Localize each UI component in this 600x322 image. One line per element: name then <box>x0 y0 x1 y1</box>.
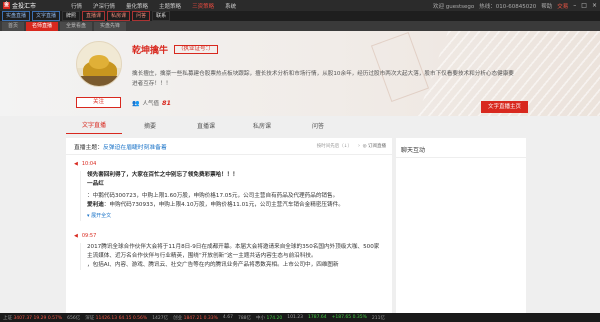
chevron-icon[interactable]: › <box>358 143 360 149</box>
status-item: 4.67 <box>222 315 233 320</box>
status-item: 211亿 <box>371 315 385 321</box>
toolbar-live-text[interactable]: 文字直播 <box>32 11 61 21</box>
live-post: ◀ 10:04 领先套回利得了，大家在百忙之中别忘了领免费彩票哈！！！ 一品红 … <box>66 155 392 221</box>
title-right: 欢迎 guestsego 热线：010-60845020 帮助 交易 – □ × <box>433 0 597 11</box>
status-item: +187.65 0.35% <box>331 315 367 320</box>
post-body: 领先套回利得了，大家在百忙之中别忘了领免费彩票哈！！！ 一品红 ：中鹅代码300… <box>80 171 384 221</box>
subscribe-button[interactable]: ◎ 订阅直播 <box>363 143 386 149</box>
app-logo[interactable]: 金 金投汇市 <box>0 1 66 10</box>
profile-banner: 关注 乾坤擒牛 （执业证号：） 擒长擅庄，擒豪一些私募建仓股票热点板块跟踪，擅长… <box>0 31 600 116</box>
menu-item-quote[interactable]: 行情 <box>71 2 82 10</box>
chat-panel: 聊天互动 <box>396 138 526 322</box>
profile-name-row: 乾坤擒牛 （执业证号：） <box>132 43 218 56</box>
logo-text: 金投汇市 <box>12 3 37 10</box>
tab-qa[interactable]: 问答 <box>290 121 346 134</box>
status-item: 上证 3407.37 19.29 0.57% <box>3 315 63 321</box>
toolbar-license[interactable]: 牌照 <box>62 11 81 21</box>
sort-select[interactable]: 按时间先后（↓） <box>317 143 352 149</box>
page-tabs: 首页 名师直播 全景看盘 实盘先锋 <box>0 21 600 31</box>
minimize-icon[interactable]: – <box>573 2 576 9</box>
toolbar-live-real[interactable]: 实盘直播 <box>2 11 31 21</box>
tab-famous-live[interactable]: 名师直播 <box>26 22 59 31</box>
profile-name: 乾坤擒牛 <box>132 46 169 56</box>
hotline-text: 热线：010-60845020 <box>479 3 537 10</box>
help-link[interactable]: 帮助 <box>541 2 552 10</box>
title-bar: 金 金投汇市 行情 沪深行情 量化策略 主题策略 三资策略 系统 欢迎 gues… <box>0 0 600 11</box>
exchange-link[interactable]: 交易 <box>557 2 568 10</box>
logo-icon: 金 <box>3 2 10 9</box>
people-icon: 👥 <box>132 99 140 107</box>
menu-item-system[interactable]: 系统 <box>225 2 236 10</box>
live-topic: 直播主题：反弹迫在眉睫时刻准备着 <box>74 144 167 151</box>
post-subtitle: 一品红 <box>87 181 104 187</box>
status-item: 中小 174.20 <box>256 315 283 321</box>
toolbar-qa[interactable]: 问答 <box>132 11 151 21</box>
toolbar-live-course[interactable]: 直播课 <box>82 11 106 21</box>
status-item: 788亿 <box>237 315 252 321</box>
post-line: ，包括AI、内容、游戏、腾讯云、社交广告等在内的腾讯业务产品将悉数亮相。上市公司… <box>87 262 339 268</box>
post-time: ◀ 10:04 <box>74 161 97 167</box>
tab-text-live[interactable]: 文字直播 <box>66 120 122 134</box>
post-title: 领先套回利得了，大家在百忙之中别忘了领免费彩票哈！！！ <box>87 172 239 178</box>
welcome-text: 欢迎 guestsego <box>433 3 475 10</box>
toolbar-contact[interactable]: 联系 <box>152 11 171 21</box>
speaker-icon: ◀ <box>74 233 78 239</box>
status-item: 1787.64 <box>307 315 327 320</box>
tab-home[interactable]: 首页 <box>2 22 25 31</box>
speaker-icon: ◀ <box>74 161 78 167</box>
status-item: 656亿 <box>67 315 81 321</box>
market-status-bar: 上证 3407.37 19.29 0.57% 656亿 深证 11426.13 … <box>0 313 600 322</box>
menu-item-quant[interactable]: 量化策略 <box>126 2 148 10</box>
status-item: 101.23 <box>287 315 303 320</box>
close-icon[interactable]: × <box>592 2 597 9</box>
avatar <box>76 41 122 87</box>
banner-decoration-frame <box>370 31 430 103</box>
live-home-button[interactable]: 文字直播主页 <box>481 101 528 113</box>
tab-panorama[interactable]: 全景看盘 <box>60 22 93 31</box>
expand-link[interactable]: ▾ 展开全文 <box>87 212 384 221</box>
toolbar: 实盘直播 文字直播 牌照 直播课 私房课 问答 联系 <box>0 11 600 21</box>
post-line: ：中鹅代码300723，中购上限1.60万股，申购价格17.05元，公司主营自有… <box>87 193 339 199</box>
tab-summary[interactable]: 摘要 <box>122 121 178 134</box>
status-item: 深证 11426.13 64.15 0.56% <box>85 315 148 321</box>
follow-button[interactable]: 关注 <box>76 97 121 108</box>
post-body: 2017腾讯全球合作伙伴大会将于11月8日-9日在成都开幕。本届大会将邀请来自全… <box>80 243 384 270</box>
maximize-icon[interactable]: □ <box>581 2 587 9</box>
chat-title: 聊天互动 <box>396 138 526 158</box>
live-post: ◀ 09:57 2017腾讯全球合作伙伴大会将于11月8日-9日在成都开幕。本届… <box>66 227 392 270</box>
post-line: 爱利迪：申购代码730933，申购上限4.10万股，申购价格11.01元，公司主… <box>87 202 344 208</box>
menu-item-sanzi[interactable]: 三资策略 <box>192 2 214 10</box>
profile-bio: 擒长擅庄，擒豪一些私募建仓股票热点板块跟踪，擅长技术分析和市场行情，从股10余年… <box>132 71 514 87</box>
popularity-label: 人气值 <box>142 101 159 107</box>
live-feed: 直播主题：反弹迫在眉睫时刻准备着 按时间先后（↓） › ◎ 订阅直播 ◀ 10:… <box>66 138 392 322</box>
post-line: 2017腾讯全球合作伙伴大会将于11月8日-9日在成都开幕。本届大会将邀请来自全… <box>87 244 380 259</box>
status-item: 1427亿 <box>152 315 169 321</box>
menu-item-theme[interactable]: 主题策略 <box>159 2 181 10</box>
popularity: 👥 人气值 81 <box>132 99 171 107</box>
status-item: 创业 1847.21 0.33% <box>173 315 218 321</box>
tab-pioneer[interactable]: 实盘先锋 <box>94 22 127 31</box>
post-time: ◀ 09:57 <box>74 233 97 239</box>
content-tabs: 文字直播 摘要 直播课 私房课 问答 <box>66 116 526 134</box>
toolbar-private-course[interactable]: 私房课 <box>107 11 131 21</box>
menu-item-market[interactable]: 沪深行情 <box>93 2 115 10</box>
popularity-value: 81 <box>162 99 172 107</box>
cert-badge: （执业证号：） <box>174 45 218 54</box>
live-header: 直播主题：反弹迫在眉睫时刻准备着 按时间先后（↓） › ◎ 订阅直播 <box>66 138 392 155</box>
main-menu: 行情 沪深行情 量化策略 主题策略 三资策略 系统 <box>71 2 236 10</box>
tab-private-course[interactable]: 私房课 <box>234 121 290 134</box>
tab-live-course[interactable]: 直播课 <box>178 121 234 134</box>
